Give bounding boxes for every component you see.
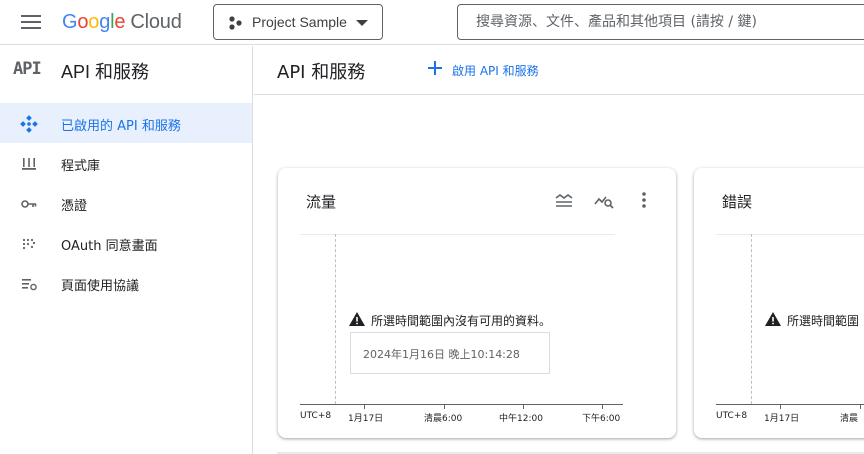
explore-metrics-icon[interactable] bbox=[594, 190, 614, 210]
enable-apis-label: 啟用 API 和服務 bbox=[452, 64, 539, 78]
oauth-icon bbox=[22, 238, 36, 250]
x-axis bbox=[716, 404, 864, 405]
sidebar-item-label: 頁面使用協議 bbox=[61, 279, 140, 294]
chart-top-border bbox=[300, 234, 615, 235]
legend-toggle-icon[interactable] bbox=[554, 190, 574, 210]
sidebar-item-enabled-apis[interactable]: 已啟用的 API 和服務 bbox=[0, 103, 252, 143]
search-input[interactable] bbox=[457, 4, 864, 40]
sidebar-title: API 和服務 bbox=[61, 62, 150, 82]
x-tick-label: 清晨 bbox=[840, 414, 859, 424]
x-tick-label: 清晨6:00 bbox=[424, 414, 463, 424]
card-title: 流量 bbox=[306, 193, 337, 211]
timezone-label: UTC+8 bbox=[716, 411, 748, 421]
plus-icon bbox=[428, 61, 442, 75]
page-title: API 和服務 bbox=[277, 62, 366, 83]
warning-icon bbox=[349, 312, 365, 326]
sidebar-header: API API 和服務 bbox=[0, 46, 252, 94]
page-usage-icon bbox=[22, 279, 37, 291]
traffic-card: 流量 所選時間範圍內沒有可用的資料。 2024年1月16日 晚上10:14:28… bbox=[278, 168, 676, 438]
sidebar-item-label: 憑證 bbox=[61, 199, 88, 214]
card-title: 錯誤 bbox=[722, 193, 753, 211]
library-icon bbox=[22, 158, 36, 170]
sidebar-item-label: OAuth 同意畫面 bbox=[61, 239, 158, 254]
chart-top-border bbox=[716, 234, 864, 235]
google-cloud-logo[interactable]: Google Cloud bbox=[62, 9, 182, 35]
warning-icon bbox=[765, 312, 781, 326]
x-tick-label: 中午12:00 bbox=[499, 414, 543, 424]
top-bar: Google Cloud Project Sample bbox=[0, 0, 864, 45]
timezone-label: UTC+8 bbox=[300, 411, 332, 421]
project-icon bbox=[229, 16, 242, 30]
errors-card: 錯誤 所選時間範圍 UTC+8 1月17日 清晨 bbox=[694, 168, 864, 438]
x-tick bbox=[444, 404, 445, 409]
sidebar-item-credentials[interactable]: 憑證 bbox=[0, 183, 252, 223]
main-header: API 和服務 啟用 API 和服務 bbox=[254, 46, 864, 95]
enabled-apis-icon bbox=[20, 115, 38, 133]
chart-cursor-line bbox=[751, 234, 752, 404]
x-tick bbox=[780, 404, 781, 409]
project-picker-button[interactable]: Project Sample bbox=[213, 4, 383, 40]
api-logo-icon: API bbox=[13, 59, 42, 79]
sidebar-item-label: 程式庫 bbox=[61, 159, 101, 174]
sidebar: API API 和服務 已啟用的 API 和服務 程式庫 憑證 OAuth 同意… bbox=[0, 46, 253, 454]
sidebar-item-label: 已啟用的 API 和服務 bbox=[61, 119, 181, 134]
x-tick bbox=[602, 404, 603, 409]
sidebar-item-page-usage[interactable]: 頁面使用協議 bbox=[0, 263, 252, 303]
chart-cursor-line bbox=[335, 234, 336, 404]
sidebar-item-library[interactable]: 程式庫 bbox=[0, 143, 252, 183]
sidebar-item-oauth-consent[interactable]: OAuth 同意畫面 bbox=[0, 223, 252, 263]
x-tick-label: 1月17日 bbox=[764, 414, 800, 424]
x-tick-label: 1月17日 bbox=[348, 414, 384, 424]
caret-down-icon bbox=[356, 20, 368, 26]
x-tick-label: 下午6:00 bbox=[582, 414, 621, 424]
more-options-icon[interactable] bbox=[634, 190, 654, 210]
key-icon bbox=[21, 200, 37, 208]
time-tooltip: 2024年1月16日 晚上10:14:28 bbox=[350, 332, 550, 374]
project-name: Project Sample bbox=[252, 14, 347, 30]
x-tick bbox=[364, 404, 365, 409]
x-axis bbox=[300, 404, 623, 405]
x-tick bbox=[523, 404, 524, 409]
x-tick bbox=[860, 404, 861, 409]
main-menu-icon[interactable] bbox=[21, 14, 41, 30]
